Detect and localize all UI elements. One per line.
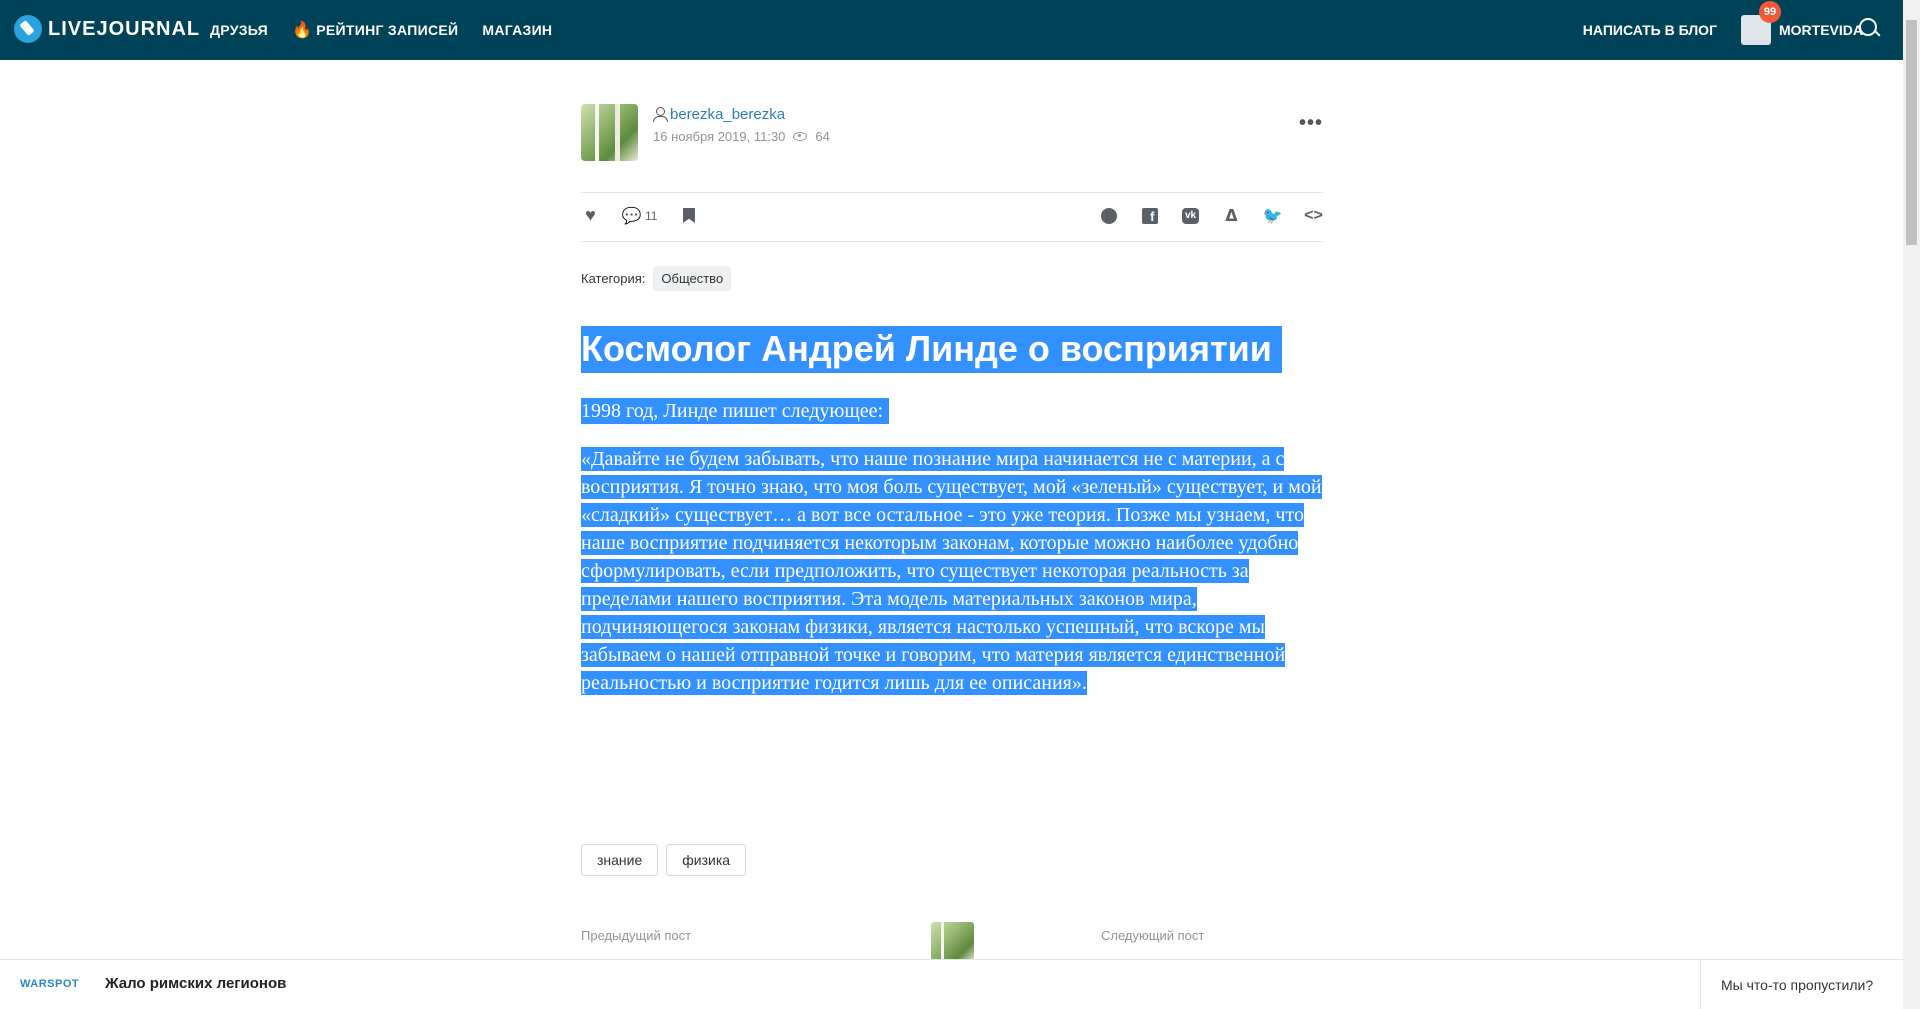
page-scrollbar[interactable] [1903,0,1920,1009]
nav-friends-label: ДРУЗЬЯ [210,22,268,38]
scrollbar-thumb[interactable] [1906,20,1917,245]
notification-badge[interactable]: 99 [1759,1,1781,23]
facebook-share-icon[interactable]: f [1140,206,1159,225]
livejournal-logo[interactable]: LIVEJOURNAL [14,15,200,43]
user-menu[interactable]: 99 MORTEVIDA [1741,1,1863,45]
fire-icon: 🔥 [292,22,313,39]
post-quote: «Давайте не будем забывать, что наше поз… [581,445,1323,697]
post-title-text: Космолог Андрей Линде о восприятии [581,326,1282,373]
post-reactions: ♥ 💬 11 [581,205,698,225]
tag-physics[interactable]: физика [666,844,747,876]
post-quote-text: «Давайте не будем забывать, что наше поз… [581,447,1322,695]
missed-something-label: Мы что-то пропустили? [1721,977,1874,993]
nav-rating-label: РЕЙТИНГ ЗАПИСЕЙ [316,22,459,38]
previous-post-label[interactable]: Предыдущий пост [581,928,691,943]
post-date: 16 ноября 2019, 11:30 [653,129,786,144]
comment-icon: 💬 [621,207,642,225]
share-buttons: f vk ᐃ 🐦 <> [1099,206,1323,225]
top-navigation-bar: LIVEJOURNAL ДРУЗЬЯ 🔥 РЕЙТИНГ ЗАПИСЕЙ МАГА… [0,0,1903,60]
category-pill[interactable]: Общество [653,266,732,291]
post-title: Космолог Андрей Линде о восприятии [581,326,1323,373]
twitter-share-icon[interactable]: 🐦 [1263,206,1283,225]
post-lead: 1998 год, Линде пишет следующее: [581,397,1323,425]
logo-text: LIVEJOURNAL [48,17,201,40]
post-category: Категория: Общество [581,266,1323,291]
post-lead-text: 1998 год, Линде пишет следующее: [581,398,890,424]
view-count: 64 [815,129,830,144]
post: berezka_berezka 16 ноября 2019, 11:30 64… [581,104,1323,697]
author-name[interactable]: berezka_berezka [670,106,785,123]
write-to-blog-button[interactable]: НАПИСАТЬ В БЛОГ [1583,22,1717,38]
comments-button[interactable]: 💬 11 [621,206,658,225]
post-navigation: Предыдущий пост Следующий пост [581,922,1323,962]
author-avatar[interactable] [581,104,638,161]
user-name[interactable]: MORTEVIDA [1779,22,1863,38]
recommendation-source[interactable]: WARSPOT [20,978,79,990]
header-right: НАПИСАТЬ В БЛОГ 99 MORTEVIDA [1583,0,1903,60]
post-tags: знание физика [581,844,747,876]
main-nav: ДРУЗЬЯ 🔥 РЕЙТИНГ ЗАПИСЕЙ МАГАЗИН [210,0,552,60]
nav-friends[interactable]: ДРУЗЬЯ [210,22,268,38]
nav-rating[interactable]: 🔥 РЕЙТИНГ ЗАПИСЕЙ [292,20,458,40]
post-actions-bar: ♥ 💬 11 f vk ᐃ 🐦 <> [581,192,1323,242]
next-post-label[interactable]: Следующий пост [1101,928,1204,943]
bookmark-icon [682,208,695,223]
user-icon [653,107,668,122]
category-label: Категория: [581,271,646,286]
comment-count: 11 [645,208,658,223]
more-options-icon[interactable]: ••• [1299,112,1323,135]
missed-something-button[interactable]: Мы что-то пропустили? [1700,960,1903,1009]
post-meta: 16 ноября 2019, 11:30 64 [653,129,830,144]
bottom-recommendation-bar: WARSPOT Жало римских легионов Мы что-то … [0,959,1903,1009]
like-heart-icon[interactable]: ♥ [581,205,600,225]
recommendation-title[interactable]: Жало римских легионов [105,975,286,992]
vk-share-icon[interactable]: vk [1181,206,1200,225]
search-icon[interactable] [1859,18,1881,40]
eye-icon [793,132,808,141]
post-nav-thumbnail[interactable] [931,922,974,962]
nav-shop[interactable]: МАГАЗИН [482,22,552,38]
odnoklassniki-share-icon[interactable]: ᐃ [1222,206,1241,225]
livejournal-logo-icon [14,15,42,43]
livejournal-share-icon[interactable] [1099,206,1118,225]
author-link[interactable]: berezka_berezka [653,106,785,123]
embed-code-icon[interactable]: <> [1304,206,1323,225]
tag-knowledge[interactable]: знание [581,844,659,876]
nav-shop-label: МАГАЗИН [482,22,553,38]
bookmark-icon-wrap[interactable] [679,206,698,225]
post-author-row: berezka_berezka 16 ноября 2019, 11:30 64… [581,104,1323,164]
